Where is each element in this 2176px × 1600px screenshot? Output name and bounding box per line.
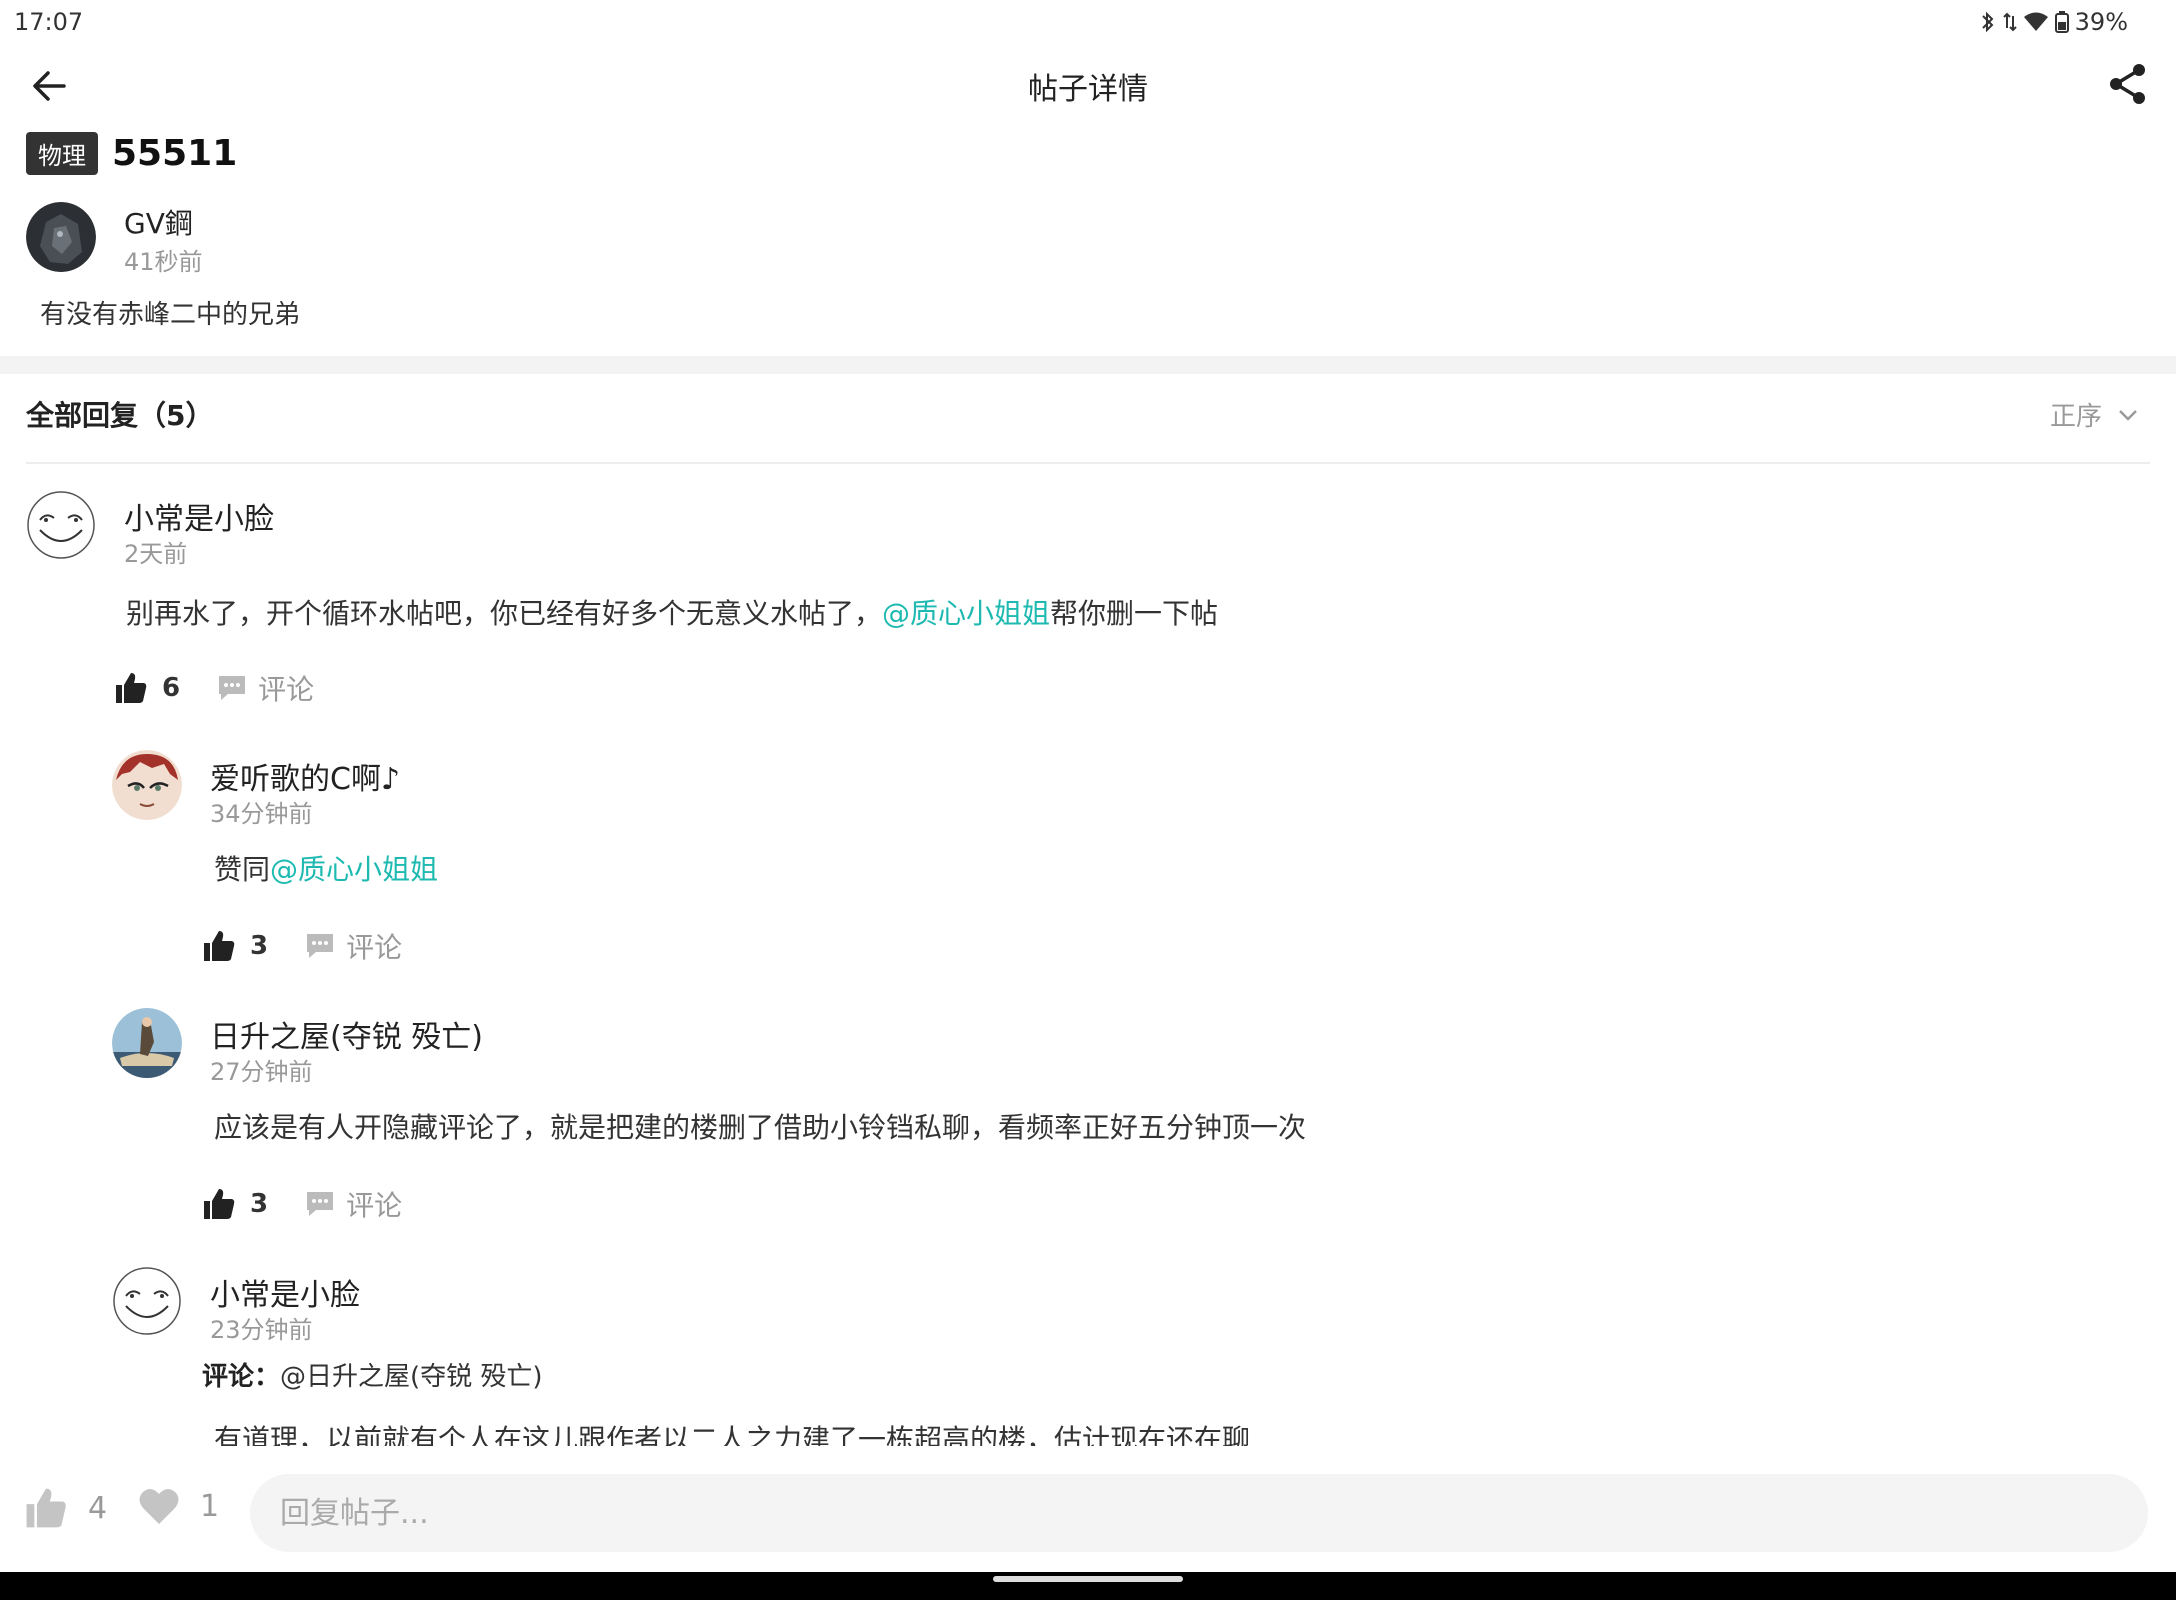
like-count: 3 [250,931,269,961]
bluetooth-icon [1981,11,1994,33]
section-divider [0,356,2176,374]
comment-time: 27分钟前 [210,1058,313,1086]
comment-label: 评论 [346,931,403,964]
chevron-down-icon [2119,409,2137,421]
comment-text-part: 别再水了，开个循环水帖吧，你已经有好多个无意义水帖了， [126,597,883,630]
like-button[interactable]: 3 [202,1187,268,1221]
comment-label: 评论 [258,673,315,706]
top-bar: 帖子详情 [0,44,2176,124]
navigation-bar [0,1572,2176,1600]
divider [26,462,2150,464]
comment-author[interactable]: 小常是小脸 [124,494,274,538]
thumbs-up-icon [26,1488,66,1528]
comment-author[interactable]: 日升之屋(夺锐 殁亡) [210,1012,483,1056]
comment-actions: 3 评论 [202,926,402,966]
status-icons: 39% [1979,8,2128,36]
comment-icon [307,1192,334,1216]
battery-percent: 39% [2074,8,2128,36]
post-header: 物理 55511 [26,132,237,175]
heart-icon [139,1488,179,1524]
mention-link[interactable]: @质心小姐姐 [270,853,438,886]
comment-button[interactable]: 评论 [304,926,402,966]
reply-input[interactable] [250,1474,2148,1552]
avatar[interactable] [26,202,96,272]
comment-item: 日升之屋(夺锐 殁亡) 27分钟前 应该是有人开隐藏评论了，就是把建的楼删了借助… [112,1008,2142,1238]
reply-label: 评论： [202,1362,281,1392]
share-button[interactable] [2104,60,2152,108]
status-time: 17:07 [14,8,84,36]
comment-actions: 6 评论 [114,668,314,708]
comment-text-part: 赞同 [214,853,271,886]
reply-target: 评论：@日升之屋(夺锐 殁亡) [202,1356,543,1393]
bottom-bar: 4 1 [0,1460,2176,1572]
comment-item: 小常是小脸 23分钟前 评论：@日升之屋(夺锐 殁亡) 有道理，以前就有个人在这… [112,1266,2142,1446]
comment-author[interactable]: 小常是小脸 [210,1270,360,1314]
avatar[interactable] [112,750,182,820]
wifi-icon [2023,12,2048,31]
avatar[interactable] [26,490,96,560]
post-author[interactable]: GV鋼 41秒前 [26,202,203,276]
comment-actions: 3 评论 [202,1184,402,1224]
comment-item: 小常是小脸 2天前 别再水了，开个循环水帖吧，你已经有好多个无意义水帖了，@质心… [26,490,2146,730]
post-like-count: 4 [88,1490,108,1526]
share-icon [2110,64,2145,104]
comment-text: 赞同@质心小姐姐 [214,848,438,888]
avatar[interactable] [112,1008,182,1078]
home-gesture-handle[interactable] [993,1576,1183,1582]
comment-item: 爱听歌的C啊♪ 34分钟前 赞同@质心小姐姐 3 评论 [112,750,2142,980]
category-tag[interactable]: 物理 [26,132,98,175]
favorite-button[interactable]: 1 [138,1486,219,1526]
comment-text: 应该是有人开隐藏评论了，就是把建的楼删了借助小铃铛私聊，看频率正好五分钟顶一次 [214,1111,1307,1144]
status-bar: 17:07 39% [0,0,2176,44]
mention-link[interactable]: @质心小姐姐 [882,597,1050,630]
data-arrows-icon [2002,12,2017,32]
comment-time: 2天前 [124,540,188,568]
thumbs-up-icon [116,673,147,703]
page-title: 帖子详情 [1028,72,1148,107]
author-name[interactable]: GV鋼 [124,202,193,242]
like-button[interactable]: 6 [114,671,180,705]
thumbs-up-icon [204,1189,235,1219]
comment-text: 别再水了，开个循环水帖吧，你已经有好多个无意义水帖了，@质心小姐姐帮你删一下帖 [126,592,1218,632]
like-count: 6 [162,673,181,703]
thumbs-up-icon [204,931,235,961]
comment-label: 评论 [346,1189,403,1222]
like-button[interactable]: 3 [202,929,268,963]
reply-target-user[interactable]: @日升之屋(夺锐 殁亡) [280,1362,543,1392]
comment-icon [219,676,246,700]
comment-author[interactable]: 爱听歌的C啊♪ [210,754,400,798]
post-body: 有没有赤峰二中的兄弟 [40,300,301,330]
comment-text-part: 帮你删一下帖 [1050,597,1219,630]
replies-header: 全部回复（5） [26,399,214,432]
comment-time: 23分钟前 [210,1316,313,1344]
author-time: 41秒前 [124,248,203,276]
comment-icon [307,934,334,958]
comment-button[interactable]: 评论 [304,1184,402,1224]
battery-icon [2054,11,2069,33]
post-title: 55511 [112,133,238,174]
comment-button[interactable]: 评论 [216,668,314,708]
comment-time: 34分钟前 [210,800,313,828]
sort-dropdown[interactable]: 正序 [2050,396,2140,433]
avatar[interactable] [112,1266,182,1336]
sort-label: 正序 [2049,402,2102,432]
comment-text: 有道理，以前就有个人在这儿跟作者以二人之力建了一栋超高的楼，估计现在还在聊 [214,1423,1251,1446]
favorite-count: 1 [200,1488,220,1524]
post-like-button[interactable]: 4 [24,1486,107,1530]
like-count: 3 [250,1189,269,1219]
